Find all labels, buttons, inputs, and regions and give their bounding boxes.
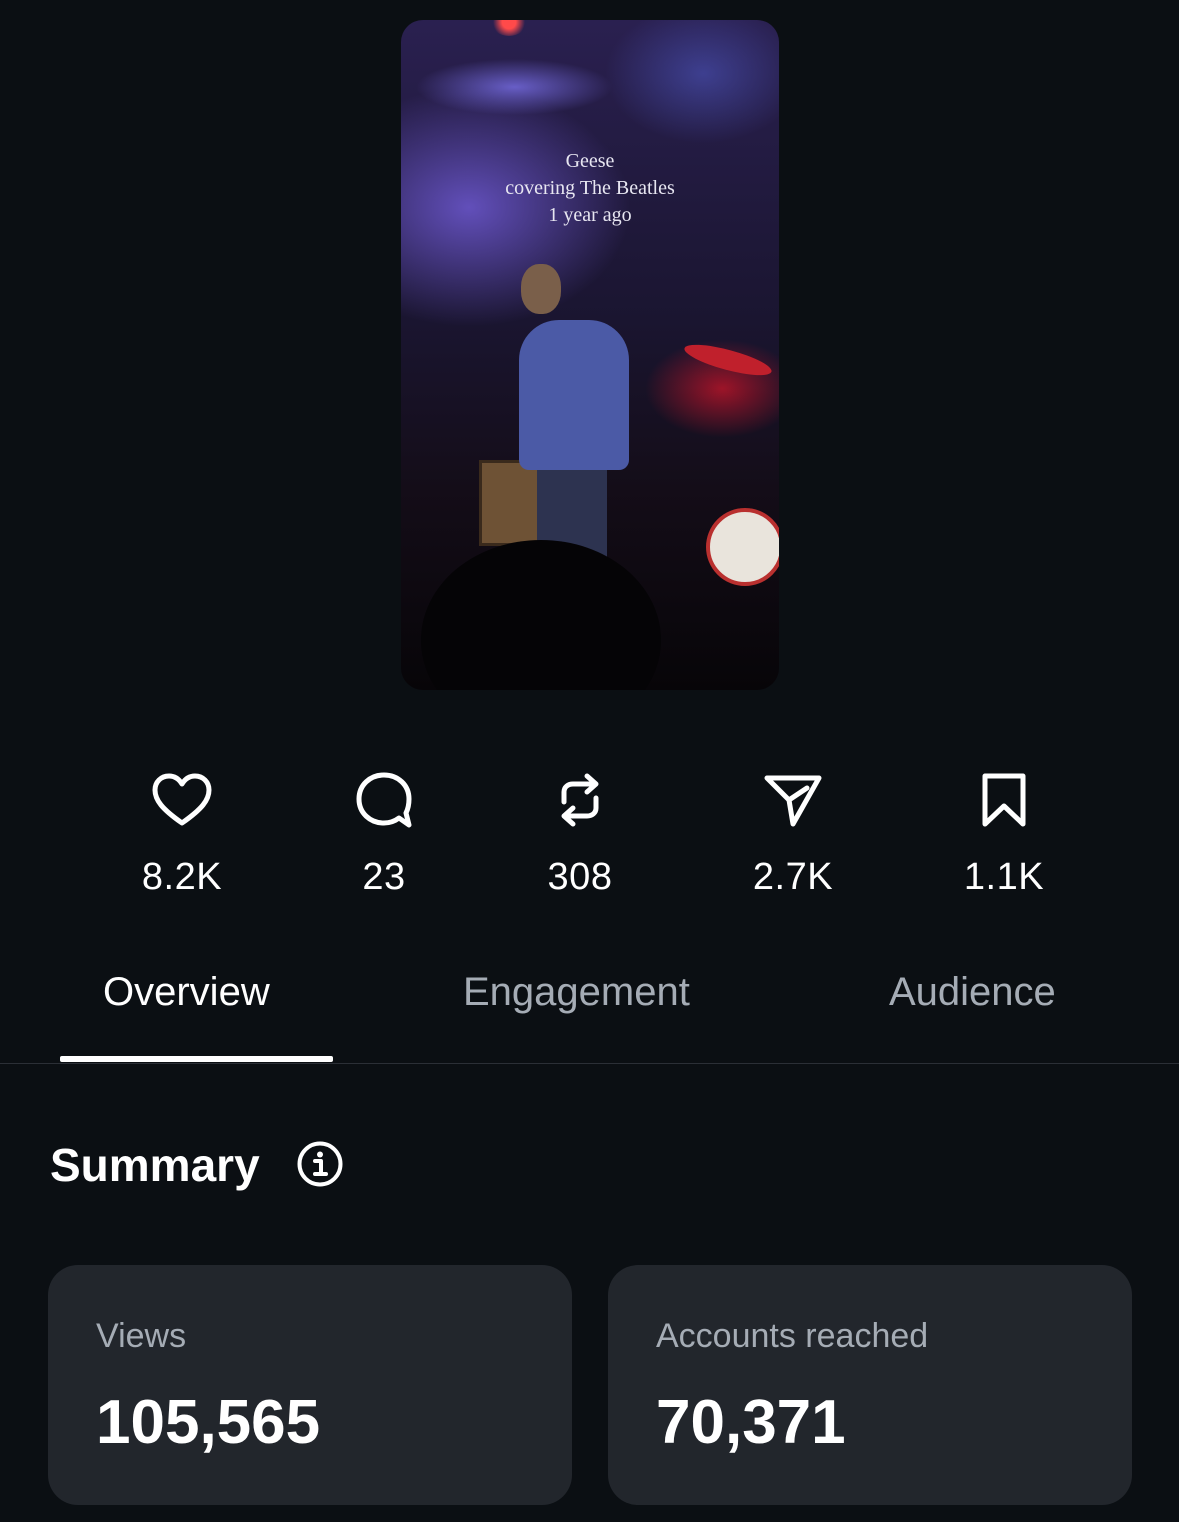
saves-stat[interactable]: 1.1K xyxy=(904,770,1104,899)
crowd-silhouette xyxy=(421,540,661,690)
caption-line: covering The Beatles xyxy=(505,177,675,199)
video-caption: Geese covering The Beatles 1 year ago xyxy=(401,148,779,229)
saves-count: 1.1K xyxy=(963,856,1045,898)
heart-icon xyxy=(82,770,282,830)
tab-bar: Overview Engagement Audience xyxy=(0,945,1179,1064)
accounts-reached-label: Accounts reached xyxy=(656,1317,929,1355)
accounts-reached-value: 70,371 xyxy=(656,1388,846,1457)
tab-engagement[interactable]: Engagement xyxy=(463,970,690,1015)
tab-audience[interactable]: Audience xyxy=(889,970,1056,1015)
shares-count: 2.7K xyxy=(752,856,834,898)
likes-stat[interactable]: 8.2K xyxy=(82,770,282,899)
drum xyxy=(706,508,779,586)
cymbal xyxy=(681,338,775,382)
performer-head xyxy=(521,264,561,314)
stats-row: 8.2K 23 308 2.7K 1.1K xyxy=(0,770,1179,910)
summary-heading: Summary xyxy=(50,1139,260,1191)
reposts-stat[interactable]: 308 xyxy=(480,770,680,899)
tab-overview[interactable]: Overview xyxy=(103,970,270,1015)
comment-icon xyxy=(284,770,484,830)
caption-line: Geese xyxy=(565,150,615,172)
video-thumbnail[interactable]: Geese covering The Beatles 1 year ago xyxy=(401,20,779,690)
bookmark-icon xyxy=(904,770,1104,830)
amplifier xyxy=(479,460,545,546)
comments-count: 23 xyxy=(362,856,406,898)
repost-icon xyxy=(480,770,680,830)
active-tab-indicator xyxy=(60,1056,333,1062)
performer-body xyxy=(519,320,629,470)
comments-stat[interactable]: 23 xyxy=(284,770,484,899)
views-card[interactable]: Views 105,565 xyxy=(48,1265,572,1505)
shares-stat[interactable]: 2.7K xyxy=(693,770,893,899)
stage-light xyxy=(491,20,527,36)
caption-line: 1 year ago xyxy=(548,204,632,226)
likes-count: 8.2K xyxy=(141,856,223,898)
share-icon xyxy=(693,770,893,830)
info-icon[interactable] xyxy=(296,1140,344,1193)
accounts-reached-card[interactable]: Accounts reached 70,371 xyxy=(608,1265,1132,1505)
views-value: 105,565 xyxy=(96,1388,321,1457)
views-label: Views xyxy=(96,1317,187,1355)
reposts-count: 308 xyxy=(547,856,613,898)
